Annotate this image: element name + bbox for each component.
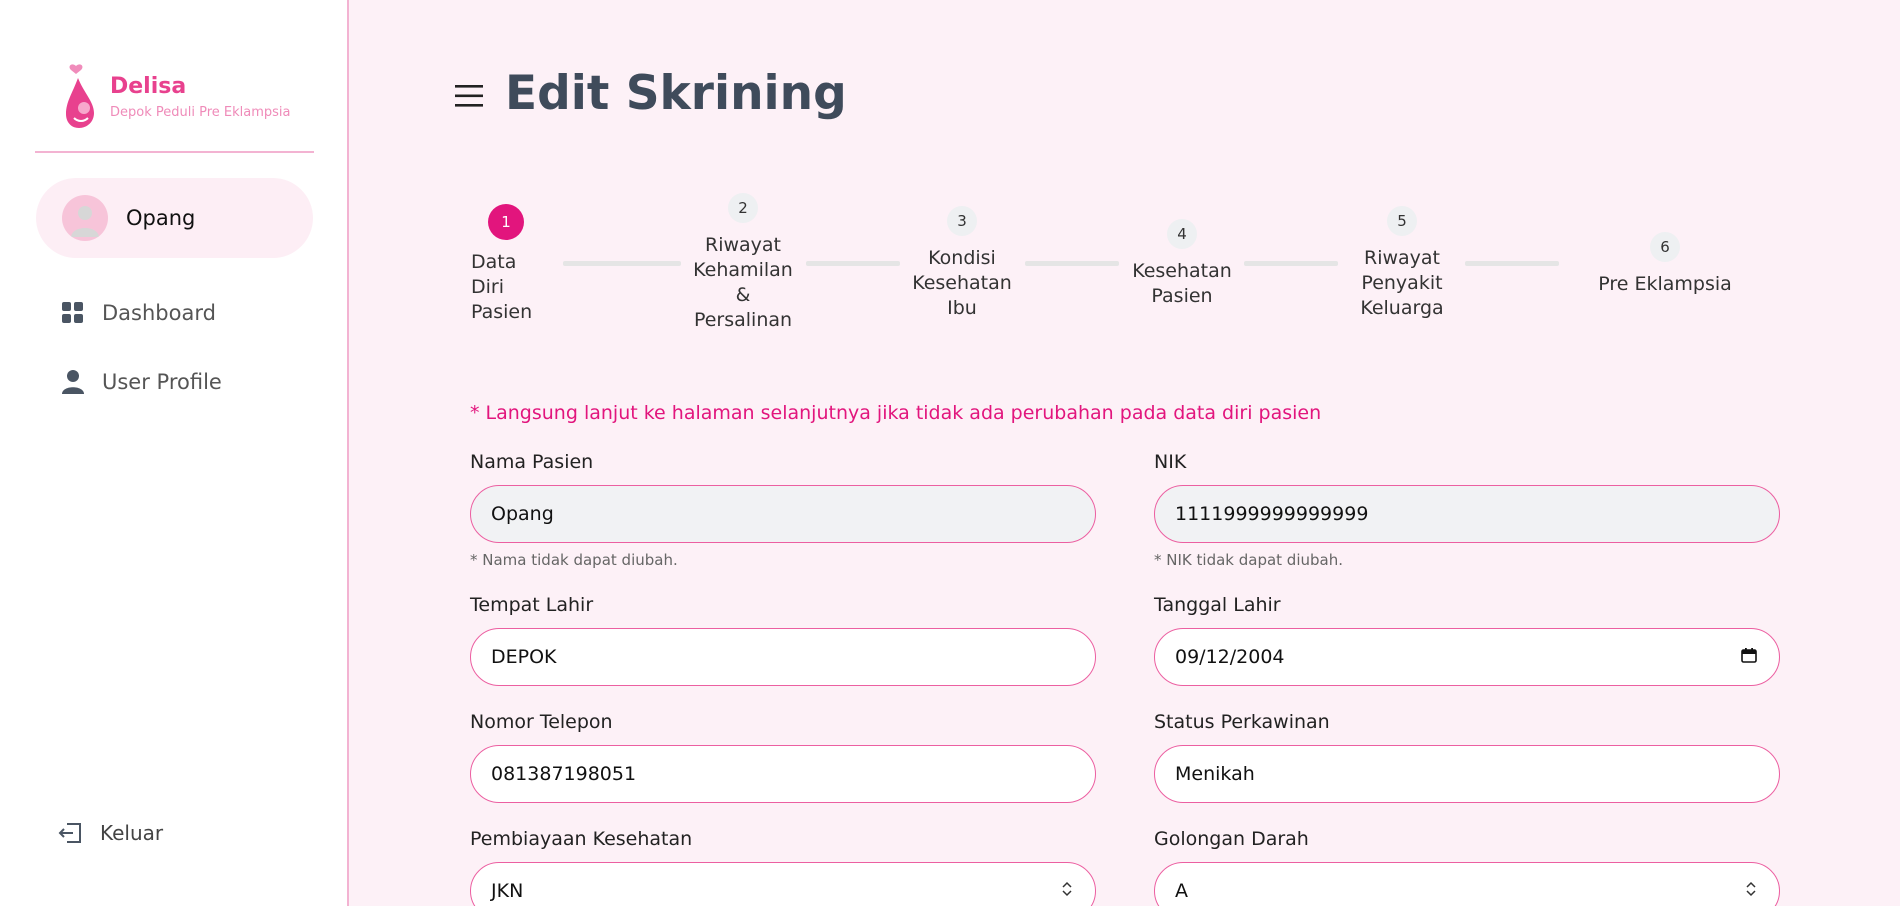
sidebar-item-label: Dashboard [102, 301, 216, 325]
main-content: Edit Skrining 1 Data Diri Pasien 2 Riway… [351, 0, 1900, 906]
step-1[interactable]: 1 Data Diri Pasien [461, 204, 551, 325]
step-number: 5 [1387, 206, 1417, 236]
step-label: Kondisi Kesehatan Ibu [912, 247, 1012, 319]
step-4[interactable]: 4 Kesehatan Pasien [1123, 219, 1241, 309]
step-connector [563, 261, 681, 266]
step-2[interactable]: 2 Riwayat Kehamilan & Persalinan [688, 193, 798, 333]
dashboard-icon [60, 300, 86, 326]
field-label: Tanggal Lahir [1154, 594, 1281, 616]
field-label: Pembiayaan Kesehatan [470, 828, 693, 850]
field-tempat-lahir: Tempat Lahir DEPOK [470, 594, 1096, 686]
step-3[interactable]: 3 Kondisi Kesehatan Ibu [907, 206, 1017, 321]
field-label: Golongan Darah [1154, 828, 1309, 850]
brand-subtitle: Depok Peduli Pre Eklampsia [110, 105, 291, 120]
field-tanggal-lahir: Tanggal Lahir 09/12/2004 [1154, 594, 1780, 686]
stepper: 1 Data Diri Pasien 2 Riwayat Kehamilan &… [351, 0, 1900, 360]
field-hint: * NIK tidak dapat diubah. [1154, 551, 1343, 569]
user-icon [60, 369, 86, 395]
field-label: NIK [1154, 451, 1187, 473]
avatar [62, 195, 108, 241]
input-value: Opang [491, 503, 554, 525]
calendar-icon[interactable] [1741, 646, 1757, 668]
step-label: Kesehatan Pasien [1132, 260, 1232, 307]
step-connector [806, 261, 900, 266]
step-connector [1465, 261, 1559, 266]
field-nomor-telepon: Nomor Telepon 081387198051 [470, 711, 1096, 803]
select-arrows-icon [1061, 880, 1073, 902]
field-label: Nama Pasien [470, 451, 594, 473]
step-number: 3 [947, 206, 977, 236]
tanggal-lahir-input[interactable]: 09/12/2004 [1154, 628, 1780, 686]
step-connector [1025, 261, 1119, 266]
drop-logo-icon [62, 60, 102, 130]
form-notice: * Langsung lanjut ke halaman selanjutnya… [470, 402, 1322, 424]
pembiayaan-kesehatan-select[interactable]: JKN [470, 862, 1096, 906]
user-card[interactable]: Opang [36, 178, 313, 258]
step-6[interactable]: 6 Pre Eklampsia [1585, 232, 1745, 297]
step-number: 1 [488, 204, 524, 240]
field-pembiayaan-kesehatan: Pembiayaan Kesehatan JKN [470, 828, 1096, 906]
brand-divider [35, 151, 314, 153]
nama-pasien-input[interactable]: Opang [470, 485, 1096, 543]
input-value: Menikah [1175, 763, 1255, 785]
step-5[interactable]: 5 Riwayat Penyakit Keluarga [1347, 206, 1457, 321]
input-value: 1111999999999999 [1175, 503, 1369, 525]
field-nama-pasien: Nama Pasien Opang * Nama tidak dapat diu… [470, 451, 1096, 569]
status-perkawinan-input[interactable]: Menikah [1154, 745, 1780, 803]
step-label: Data Diri Pasien [471, 251, 533, 323]
field-hint: * Nama tidak dapat diubah. [470, 551, 678, 569]
logout-label: Keluar [100, 821, 164, 845]
nik-input[interactable]: 1111999999999999 [1154, 485, 1780, 543]
step-number: 6 [1650, 232, 1680, 262]
step-number: 4 [1167, 219, 1197, 249]
sidebar-item-user-profile[interactable]: User Profile [60, 369, 222, 395]
field-label: Nomor Telepon [470, 711, 613, 733]
tempat-lahir-input[interactable]: DEPOK [470, 628, 1096, 686]
field-status-perkawinan: Status Perkawinan Menikah [1154, 711, 1780, 803]
sidebar-item-label: User Profile [102, 370, 222, 394]
field-golongan-darah: Golongan Darah A [1154, 828, 1780, 906]
select-value: A [1175, 880, 1188, 902]
step-number: 2 [728, 193, 758, 223]
logout-button[interactable]: Keluar [58, 820, 163, 846]
step-label: Riwayat Kehamilan & Persalinan [693, 234, 793, 331]
input-value: DEPOK [491, 646, 557, 668]
step-connector [1244, 261, 1338, 266]
brand-name: Delisa [110, 74, 187, 99]
step-label: Pre Eklampsia [1598, 273, 1732, 295]
golongan-darah-select[interactable]: A [1154, 862, 1780, 906]
select-value: JKN [491, 880, 524, 902]
sidebar-item-dashboard[interactable]: Dashboard [60, 300, 216, 326]
field-nik: NIK 1111999999999999 * NIK tidak dapat d… [1154, 451, 1780, 569]
step-label: Riwayat Penyakit Keluarga [1360, 247, 1444, 319]
input-value: 081387198051 [491, 763, 637, 785]
logout-icon [58, 820, 84, 846]
field-label: Status Perkawinan [1154, 711, 1330, 733]
nomor-telepon-input[interactable]: 081387198051 [470, 745, 1096, 803]
input-value: 09/12/2004 [1175, 646, 1285, 668]
brand[interactable]: Delisa Depok Peduli Pre Eklampsia [62, 60, 290, 130]
select-arrows-icon [1745, 880, 1757, 902]
user-name: Opang [126, 206, 196, 230]
sidebar: Delisa Depok Peduli Pre Eklampsia Opang … [0, 0, 349, 906]
field-label: Tempat Lahir [470, 594, 594, 616]
